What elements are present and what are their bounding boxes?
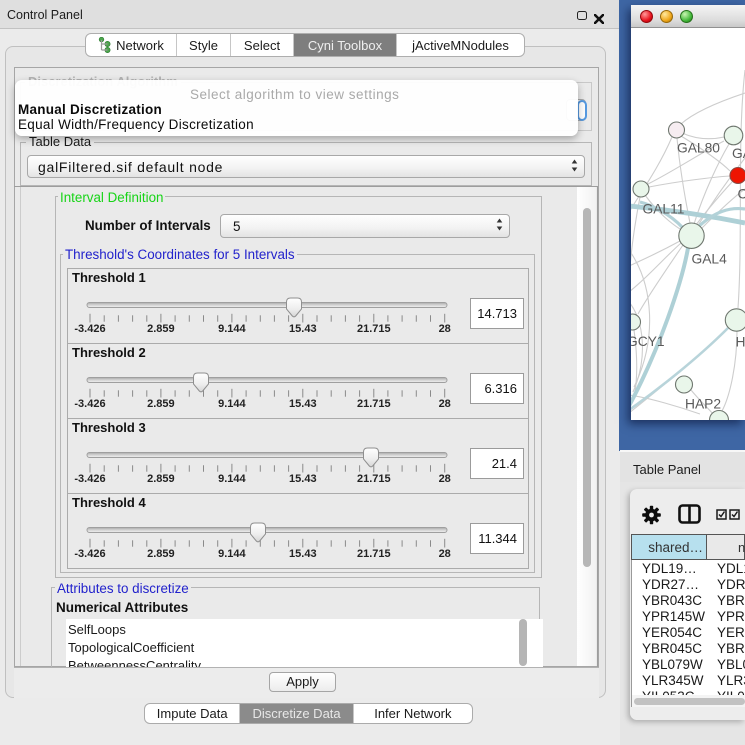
svg-text:GAL11: GAL11 xyxy=(643,202,685,217)
svg-text:GCY1: GCY1 xyxy=(631,334,665,349)
svg-text:GAL3: GAL3 xyxy=(732,146,745,161)
svg-text:CDC: CDC xyxy=(738,187,745,202)
svg-text:GAL4: GAL4 xyxy=(692,252,728,267)
svg-text:HIS: HIS xyxy=(736,335,745,350)
svg-text:HAP2: HAP2 xyxy=(685,397,721,412)
svg-text:GAL80: GAL80 xyxy=(677,141,720,156)
